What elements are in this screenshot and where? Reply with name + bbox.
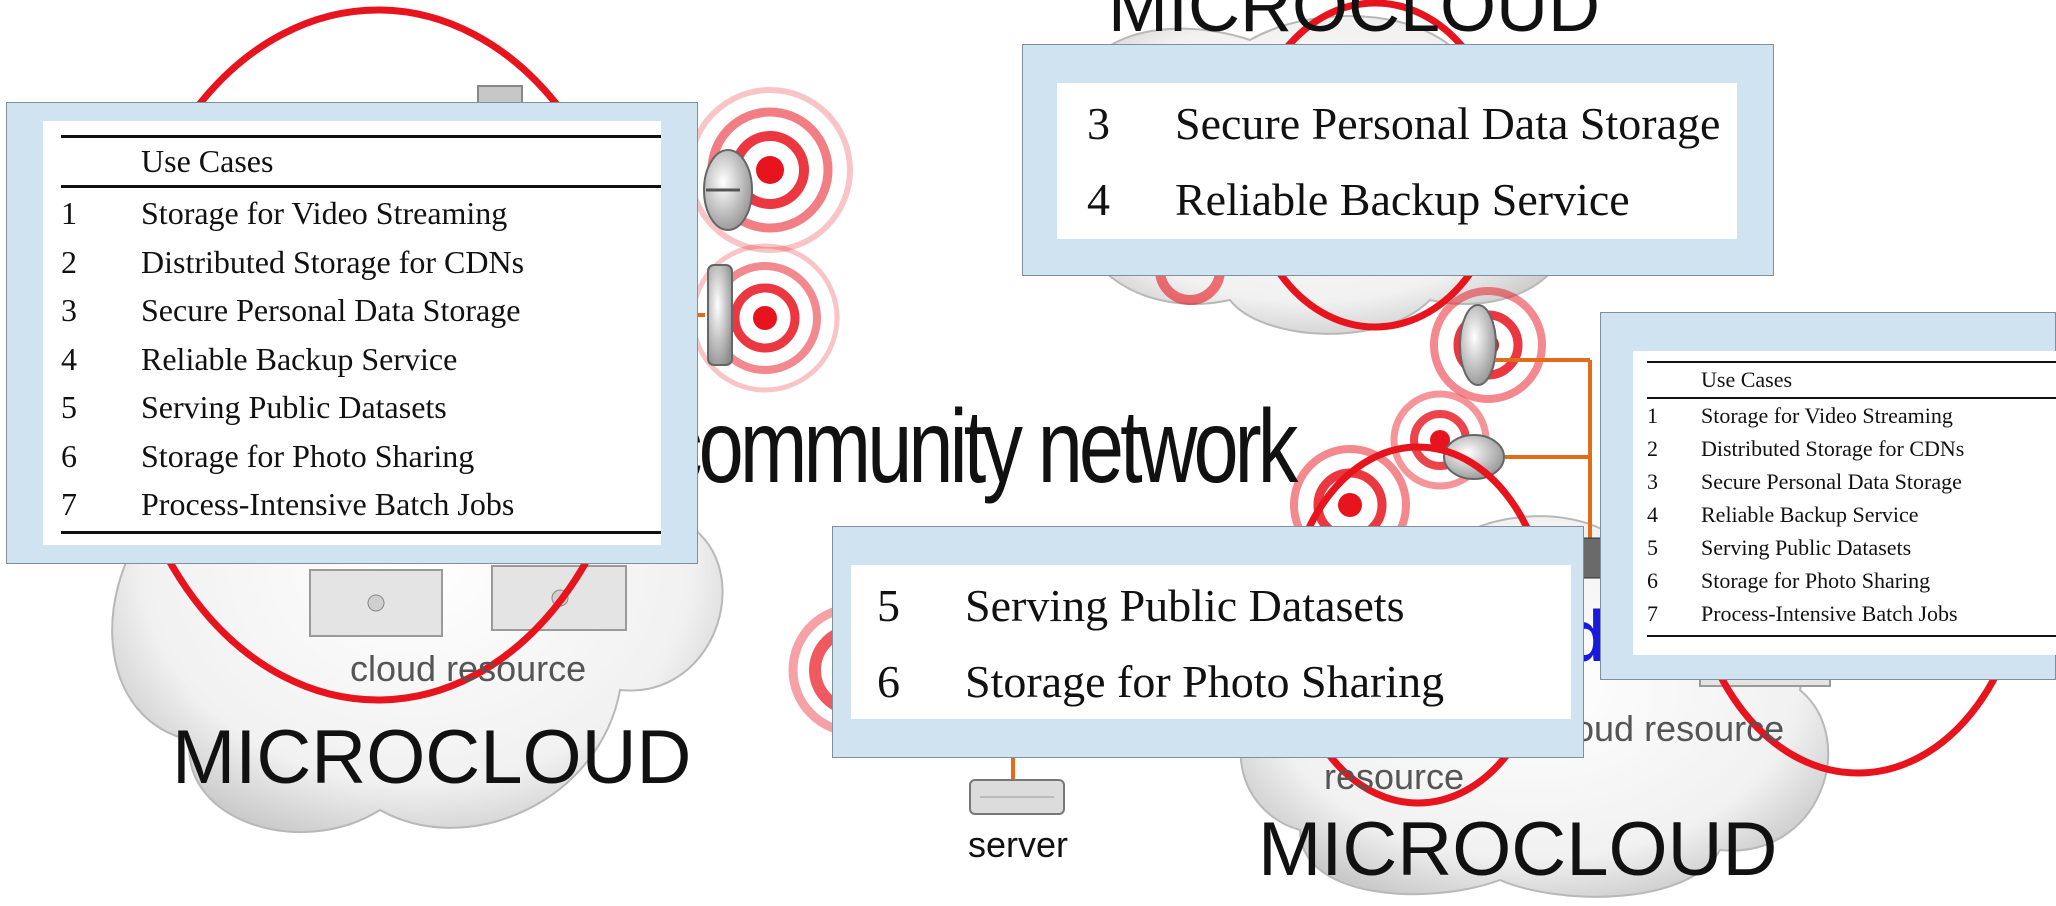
table-bottom-rule (61, 531, 661, 534)
table-header-row: Use Cases (61, 141, 273, 181)
table-row: 3 Secure Personal Data Storage (61, 286, 524, 335)
row-text: Storage for Video Streaming (141, 195, 508, 231)
row-number: 4 (1087, 174, 1110, 225)
table-header: Use Cases (141, 143, 274, 179)
dish-antenna-left (703, 149, 753, 231)
table-row: 6 Storage for Photo Sharing (877, 645, 1444, 719)
table-header-rule (61, 185, 661, 188)
panel-antenna-left (707, 264, 733, 366)
row-text: Reliable Backup Service (1701, 502, 1919, 527)
use-cases-table-right: Use Cases 1 Storage for Video Streaming 2… (1633, 351, 2056, 655)
row-text: Reliable Backup Service (141, 340, 458, 377)
table-row: 4 Reliable Backup Service (1647, 498, 1964, 531)
microcloud-top-label: MICROCLOUD (1108, 0, 1601, 47)
row-text: Distributed Storage for CDNs (141, 243, 525, 280)
row-text: Serving Public Datasets (965, 580, 1405, 631)
row-text: Storage for Photo Sharing (965, 656, 1445, 707)
use-cases-table-mid: 5 Serving Public Datasets 6 Storage for Ph… (851, 565, 1571, 719)
row-text: Process-Intensive Batch Jobs (1701, 601, 1958, 626)
server-rack-left-1 (309, 569, 443, 637)
table-row: 4 Reliable Backup Service (1087, 163, 1630, 237)
table-row: 3 Secure Personal Data Storage (1087, 87, 1720, 161)
row-number: 3 (1087, 98, 1110, 149)
row-number: 6 (1647, 568, 1658, 593)
use-cases-panel-mid: 5 Serving Public Datasets 6 Storage for Ph… (832, 526, 1584, 758)
table-body: 1 Storage for Video Streaming 2 Distribute… (61, 189, 524, 529)
row-number: 3 (61, 292, 77, 328)
table-row: 5 Serving Public Datasets (1647, 531, 1964, 564)
server-box (969, 779, 1065, 815)
row-number: 4 (1647, 502, 1658, 527)
row-number: 2 (1647, 436, 1658, 461)
row-text: Distributed Storage for CDNs (1701, 436, 1965, 461)
table-row: 2 Distributed Storage for CDNs (61, 238, 524, 287)
row-number: 3 (1647, 469, 1658, 494)
row-text: Serving Public Datasets (1701, 535, 1912, 560)
row-number: 6 (61, 437, 77, 474)
table-row: 2 Distributed Storage for CDNs (1647, 432, 1964, 465)
row-number: 1 (1647, 403, 1658, 428)
microcloud-left-label: MICROCLOUD (172, 715, 692, 800)
table-header: Use Cases (1701, 367, 1793, 392)
use-cases-panel-large: Use Cases 1 Storage for Video Streaming 2… (6, 102, 698, 564)
row-number: 5 (61, 389, 77, 425)
resource-mid-label: resource (1324, 756, 1465, 797)
use-cases-table-top: 3 Secure Personal Data Storage 4 Reliable … (1057, 83, 1737, 239)
row-number: 2 (61, 243, 77, 280)
row-text: Secure Personal Data Storage (1701, 469, 1962, 494)
table-top-rule (1647, 361, 2056, 363)
table-top-rule (61, 135, 661, 138)
row-number: 5 (877, 580, 900, 631)
table-row: 7 Process-Intensive Batch Jobs (61, 480, 524, 529)
table-row: 3 Secure Personal Data Storage (1647, 465, 1964, 498)
table-row: 6 Storage for Photo Sharing (1647, 564, 1964, 597)
row-number: 5 (1647, 535, 1658, 560)
use-cases-panel-right: Use Cases 1 Storage for Video Streaming 2… (1600, 312, 2056, 680)
table-row: 1 Storage for Video Streaming (61, 189, 524, 238)
use-cases-panel-top: 3 Secure Personal Data Storage 4 Reliable … (1022, 44, 1774, 276)
table-row: 5 Serving Public Datasets (877, 569, 1405, 643)
row-text: Process-Intensive Batch Jobs (141, 486, 515, 522)
row-text: Secure Personal Data Storage (1175, 98, 1721, 149)
row-number: 6 (877, 656, 900, 707)
table-bottom-rule (1647, 635, 2056, 637)
row-number: 4 (61, 340, 77, 377)
table-row: 6 Storage for Photo Sharing (61, 432, 524, 481)
row-number: 7 (61, 486, 77, 522)
server-label: server (968, 824, 1069, 865)
table-body: 1 Storage for Video Streaming 2 Distribute… (1647, 399, 1964, 630)
table-row: 5 Serving Public Datasets (61, 383, 524, 432)
table-row: 4 Reliable Backup Service (61, 335, 524, 384)
row-text: Storage for Photo Sharing (141, 437, 475, 474)
community-network-label: community network (662, 389, 1298, 505)
cloud-resource-left-label: cloud resource (350, 648, 587, 689)
row-text: Reliable Backup Service (1175, 174, 1630, 225)
table-row: 7 Process-Intensive Batch Jobs (1647, 597, 1964, 630)
row-text: Storage for Photo Sharing (1701, 568, 1931, 593)
table-header-row: Use Cases (1647, 365, 1792, 395)
use-cases-table-large: Use Cases 1 Storage for Video Streaming 2… (43, 121, 661, 545)
row-text: Storage for Video Streaming (1701, 403, 1953, 428)
table-row: 1 Storage for Video Streaming (1647, 399, 1964, 432)
row-text: Serving Public Datasets (141, 389, 447, 425)
row-number: 7 (1647, 601, 1658, 626)
row-text: Secure Personal Data Storage (141, 292, 521, 328)
microcloud-right-label: MICROCLOUD (1258, 807, 1778, 892)
row-number: 1 (61, 195, 77, 231)
